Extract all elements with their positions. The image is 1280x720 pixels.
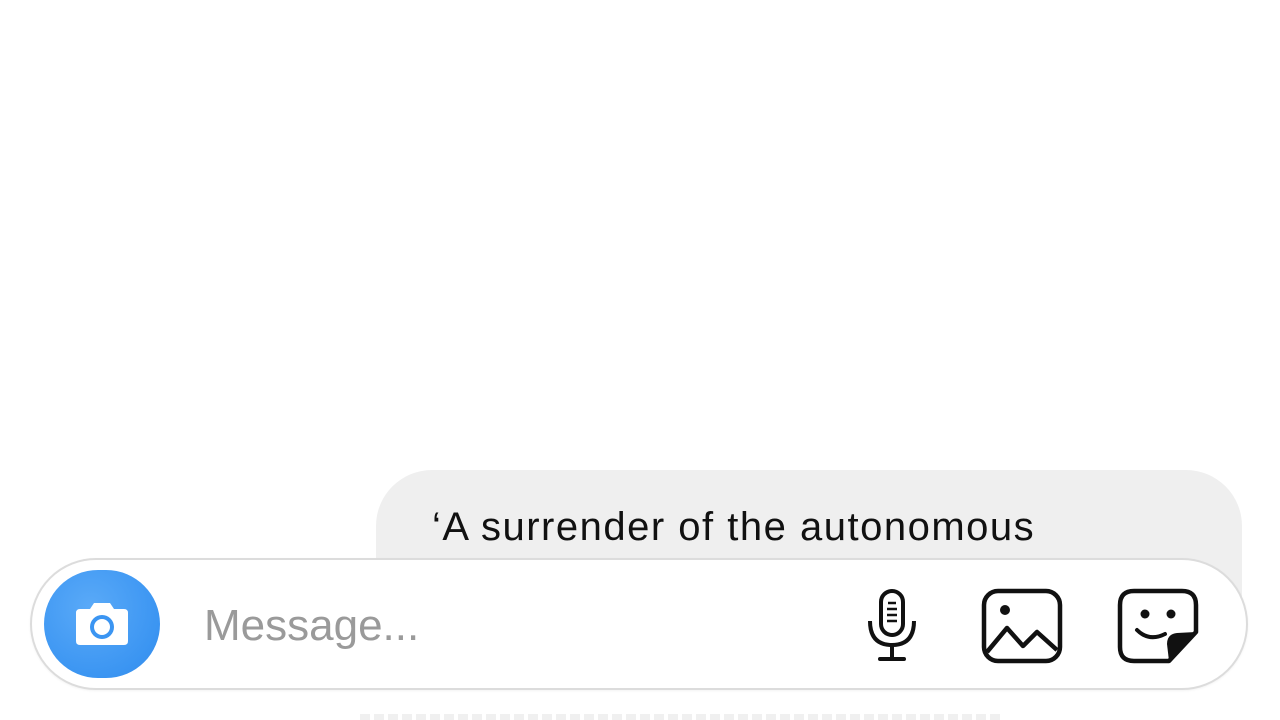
camera-icon — [76, 603, 128, 645]
gallery-button[interactable] — [980, 586, 1064, 666]
gallery-icon — [981, 588, 1063, 664]
message-input[interactable] — [204, 594, 764, 658]
sticker-button[interactable] — [1116, 586, 1200, 666]
camera-button[interactable] — [44, 570, 160, 678]
sticker-icon — [1117, 588, 1199, 664]
microphone-icon — [868, 589, 916, 661]
message-text: ‘A surrender of the autonomous — [432, 505, 1036, 549]
microphone-button[interactable] — [850, 586, 934, 666]
bottom-divider — [360, 714, 1000, 720]
chat-screen: ‘A surrender of the autonomous — [0, 0, 1280, 720]
